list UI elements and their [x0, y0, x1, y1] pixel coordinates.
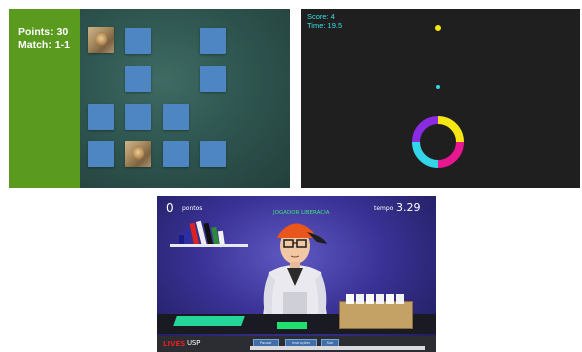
- memory-game-panel: Points: 30 Match: 1-1: [9, 9, 290, 188]
- memory-card[interactable]: [125, 66, 151, 92]
- memory-card[interactable]: [200, 28, 226, 54]
- ring-segment-yellow: [437, 116, 464, 143]
- color-switch-ring: [412, 116, 464, 168]
- memory-match: Match: 1-1: [18, 39, 70, 51]
- usp-logo: USP: [187, 339, 201, 347]
- answer-card-box: [339, 294, 413, 329]
- memory-card-lion[interactable]: [125, 141, 151, 167]
- answer-card[interactable]: [386, 294, 394, 304]
- memory-card[interactable]: [163, 104, 189, 130]
- quiz-game-panel: 0 pontos JOGADOR LIBERACIA tempo 3.29 LI…: [157, 196, 436, 352]
- memory-card[interactable]: [88, 104, 114, 130]
- memory-board: [80, 9, 290, 188]
- memory-card[interactable]: [88, 141, 114, 167]
- quiz-answer-pad[interactable]: [277, 322, 307, 329]
- ring-segment-cyan: [412, 141, 439, 168]
- memory-card[interactable]: [163, 141, 189, 167]
- memory-card[interactable]: [125, 28, 151, 54]
- color-switch-panel: Score: 4 Time: 19.5: [301, 9, 580, 188]
- answer-card[interactable]: [346, 294, 354, 304]
- color-switch-canvas[interactable]: [301, 9, 580, 188]
- quiz-answer-mat: [173, 316, 245, 326]
- lives-logo: LIVES: [163, 340, 186, 348]
- color-switch-ball: [436, 85, 440, 89]
- ring-segment-pink: [437, 141, 464, 168]
- answer-card[interactable]: [376, 294, 384, 304]
- memory-card[interactable]: [125, 104, 151, 130]
- answer-card[interactable]: [366, 294, 374, 304]
- memory-card[interactable]: [200, 66, 226, 92]
- answer-card[interactable]: [396, 294, 404, 304]
- quiz-progress-bar: [250, 346, 425, 350]
- ring-segment-purple: [412, 116, 439, 143]
- memory-card[interactable]: [200, 141, 226, 167]
- color-switch-star: [435, 25, 441, 31]
- memory-scoreboard: Points: 30 Match: 1-1: [9, 9, 80, 188]
- memory-points: Points: 30: [18, 26, 69, 38]
- memory-card-lion[interactable]: [88, 27, 114, 53]
- answer-card[interactable]: [356, 294, 364, 304]
